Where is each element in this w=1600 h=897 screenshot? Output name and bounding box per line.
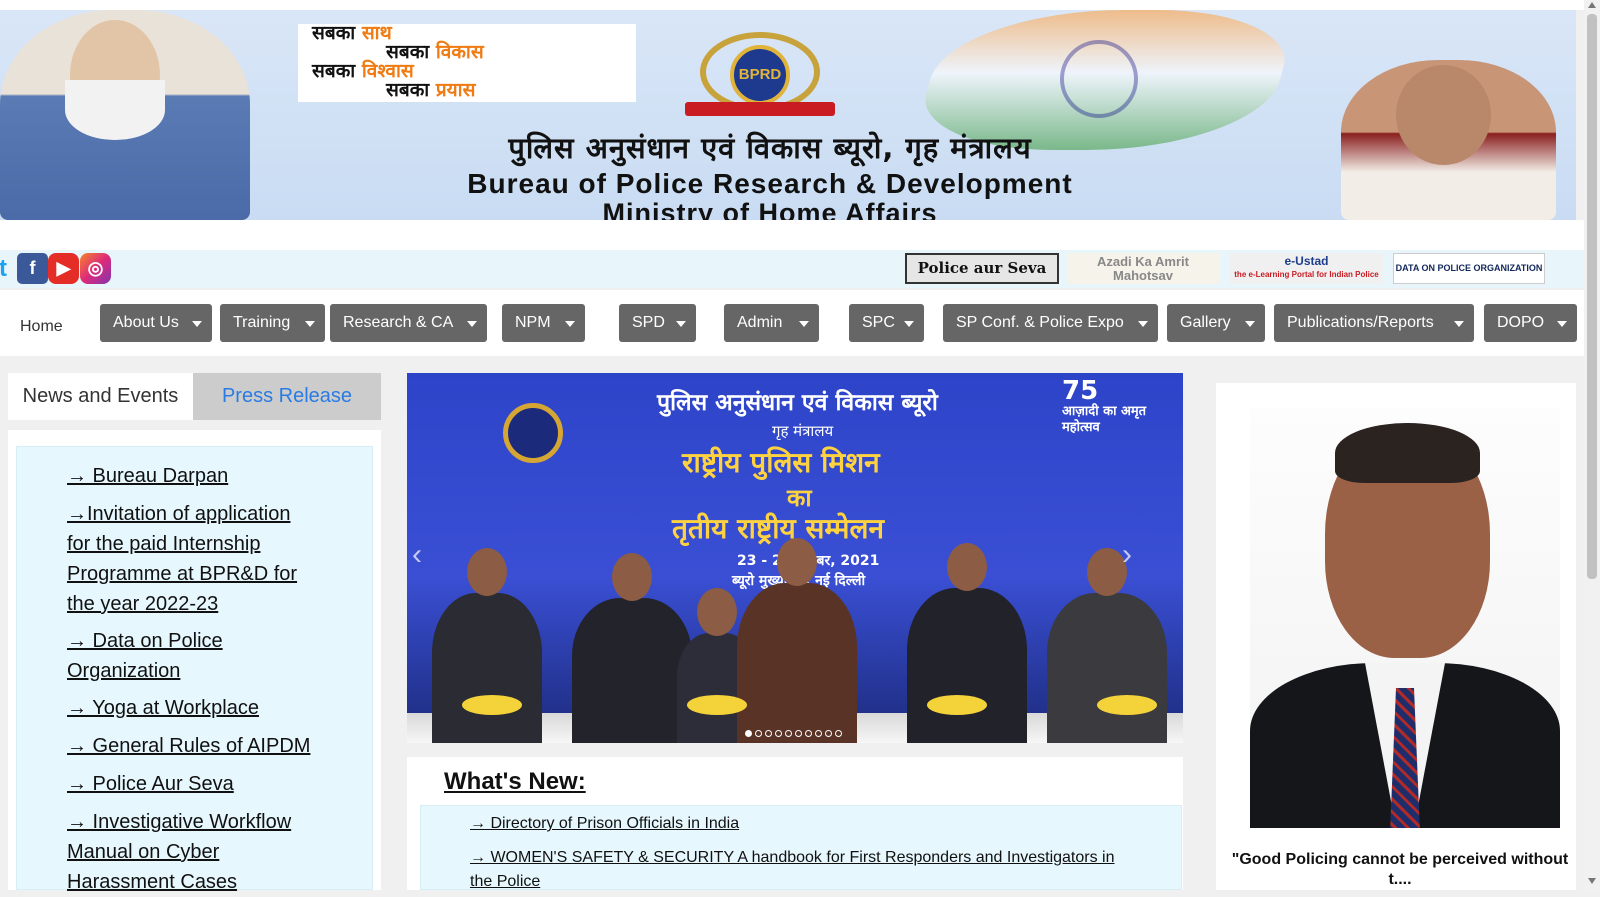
header-banner: सबका साथ सबका विकास सबका विश्वास सबका प्…: [0, 10, 1576, 220]
scroll-down-arrow-icon[interactable]: [1588, 878, 1596, 884]
tab-news-and-events[interactable]: News and Events: [8, 373, 193, 420]
azadi-ka-amrit-mahotsav-link[interactable]: Azadi Ka Amrit Mahotsav: [1067, 253, 1219, 284]
banner-title-english: Bureau of Police Research & Development: [467, 168, 1073, 199]
carousel-dot[interactable]: [785, 730, 792, 737]
azadi-75-logo: 75 आज़ादी का अमृत महोत्सव: [1062, 376, 1147, 435]
chevron-down-icon: [192, 321, 202, 327]
director-general-photo: [1250, 408, 1560, 828]
carousel-indicator-dots[interactable]: [745, 724, 845, 737]
prime-minister-photo: [0, 10, 250, 220]
carousel-dot[interactable]: [805, 730, 812, 737]
chevron-down-icon: [1245, 321, 1255, 327]
e-ustad-link[interactable]: e-Ustad the e-Learning Portal for Indian…: [1230, 253, 1383, 284]
slogan-box: सबका साथ सबका विकास सबका विश्वास सबका प्…: [298, 24, 636, 102]
nav-dopo[interactable]: DOPO: [1484, 304, 1577, 342]
chevron-down-icon: [1138, 321, 1148, 327]
carousel-photo-officials: [407, 523, 1183, 743]
news-item-police-aur-seva[interactable]: → Police Aur Seva: [67, 769, 312, 799]
carousel-dot[interactable]: [745, 730, 752, 737]
news-item-internship[interactable]: →Invitation of application for the paid …: [67, 499, 312, 619]
news-item-yoga-at-workplace[interactable]: → Yoga at Workplace: [67, 693, 312, 723]
nav-npm[interactable]: NPM: [502, 304, 585, 342]
nav-about-us[interactable]: About Us: [100, 304, 212, 342]
news-item-data-on-police-organization[interactable]: → Data on Police Organization: [67, 626, 312, 686]
page-scrollbar[interactable]: [1584, 0, 1600, 890]
police-aur-seva-link[interactable]: Police aur Seva: [905, 253, 1059, 284]
carousel-dot[interactable]: [755, 730, 762, 737]
news-tabs: News and Events Press Release: [8, 373, 381, 420]
bprd-emblem-logo: BPRD: [680, 10, 840, 122]
carousel-subheading: गृह मंत्रालय: [772, 422, 834, 440]
whats-new-item-prison-directory[interactable]: → Directory of Prison Officials in India: [470, 812, 1140, 836]
bprd-logo-small: [503, 403, 563, 463]
whats-new-title: What's New:: [444, 768, 586, 795]
news-item-investigative-workflow-manual[interactable]: → Investigative Workflow Manual on Cyber…: [67, 807, 307, 897]
banner-spacer: [0, 220, 1584, 250]
data-on-police-organization-link[interactable]: DATA ON POLICE ORGANIZATION: [1393, 253, 1545, 284]
nav-training[interactable]: Training: [220, 304, 325, 342]
chevron-down-icon: [1454, 321, 1464, 327]
carousel-dot[interactable]: [825, 730, 832, 737]
carousel-prev-arrow[interactable]: ‹: [412, 540, 442, 570]
news-list: → Bureau Darpan →Invitation of applicati…: [16, 446, 373, 893]
carousel-title-line1: राष्ट्रीय पुलिस मिशन: [682, 446, 880, 479]
instagram-icon[interactable]: ◎: [80, 253, 111, 284]
e-ustad-title: e-Ustad: [1284, 254, 1329, 268]
tab-press-release[interactable]: Press Release: [193, 373, 381, 420]
image-carousel[interactable]: पुलिस अनुसंधान एवं विकास ब्यूरो गृह मंत्…: [407, 373, 1183, 743]
twitter-icon[interactable]: t: [0, 253, 14, 284]
scroll-up-arrow-icon[interactable]: [1588, 2, 1596, 8]
whats-new-item-womens-safety-handbook[interactable]: → WOMEN'S SAFETY & SECURITY A handbook f…: [470, 846, 1140, 894]
youtube-icon[interactable]: ▶: [48, 253, 79, 284]
e-ustad-subtitle: the e-Learning Portal for Indian Police: [1234, 270, 1379, 279]
carousel-next-arrow[interactable]: ›: [1122, 540, 1152, 570]
banner-title-hindi: पुलिस अनुसंधान एवं विकास ब्यूरो, गृह मंत…: [508, 131, 1032, 165]
chevron-down-icon: [305, 321, 315, 327]
chevron-down-icon: [904, 321, 914, 327]
chevron-down-icon: [676, 321, 686, 327]
nav-sp-conf-police-expo[interactable]: SP Conf. & Police Expo: [943, 304, 1158, 342]
home-minister-photo: [1341, 60, 1556, 220]
nav-spc[interactable]: SPC: [849, 304, 924, 342]
carousel-dot[interactable]: [835, 730, 842, 737]
chevron-down-icon: [799, 321, 809, 327]
carousel-heading: पुलिस अनुसंधान एवं विकास ब्यूरो: [657, 390, 938, 416]
ashoka-chakra-graphic: [1060, 40, 1138, 118]
nav-research-ca[interactable]: Research & CA: [330, 304, 487, 342]
news-item-general-rules-aipdm[interactable]: → General Rules of AIPDM: [67, 731, 327, 761]
top-strip: [0, 0, 1584, 10]
nav-publications-reports[interactable]: Publications/Reports: [1274, 304, 1474, 342]
nav-home[interactable]: Home: [20, 318, 63, 336]
facebook-icon[interactable]: f: [17, 253, 48, 284]
chevron-down-icon: [467, 321, 477, 327]
main-navigation: Home About Us Training Research & CA NPM…: [0, 290, 1584, 356]
nav-gallery[interactable]: Gallery: [1167, 304, 1265, 342]
nav-admin[interactable]: Admin: [724, 304, 819, 342]
carousel-dot[interactable]: [815, 730, 822, 737]
news-item-bureau-darpan[interactable]: → Bureau Darpan: [67, 461, 312, 491]
carousel-dot[interactable]: [795, 730, 802, 737]
chevron-down-icon: [565, 321, 575, 327]
dg-quote[interactable]: "Good Policing cannot be perceived witho…: [1226, 850, 1574, 890]
scrollbar-thumb[interactable]: [1587, 14, 1597, 579]
carousel-dot[interactable]: [775, 730, 782, 737]
nav-spd[interactable]: SPD: [619, 304, 696, 342]
carousel-dot[interactable]: [765, 730, 772, 737]
chevron-down-icon: [1557, 321, 1567, 327]
banner-subtitle-ministry: Ministry of Home Affairs: [602, 198, 938, 220]
